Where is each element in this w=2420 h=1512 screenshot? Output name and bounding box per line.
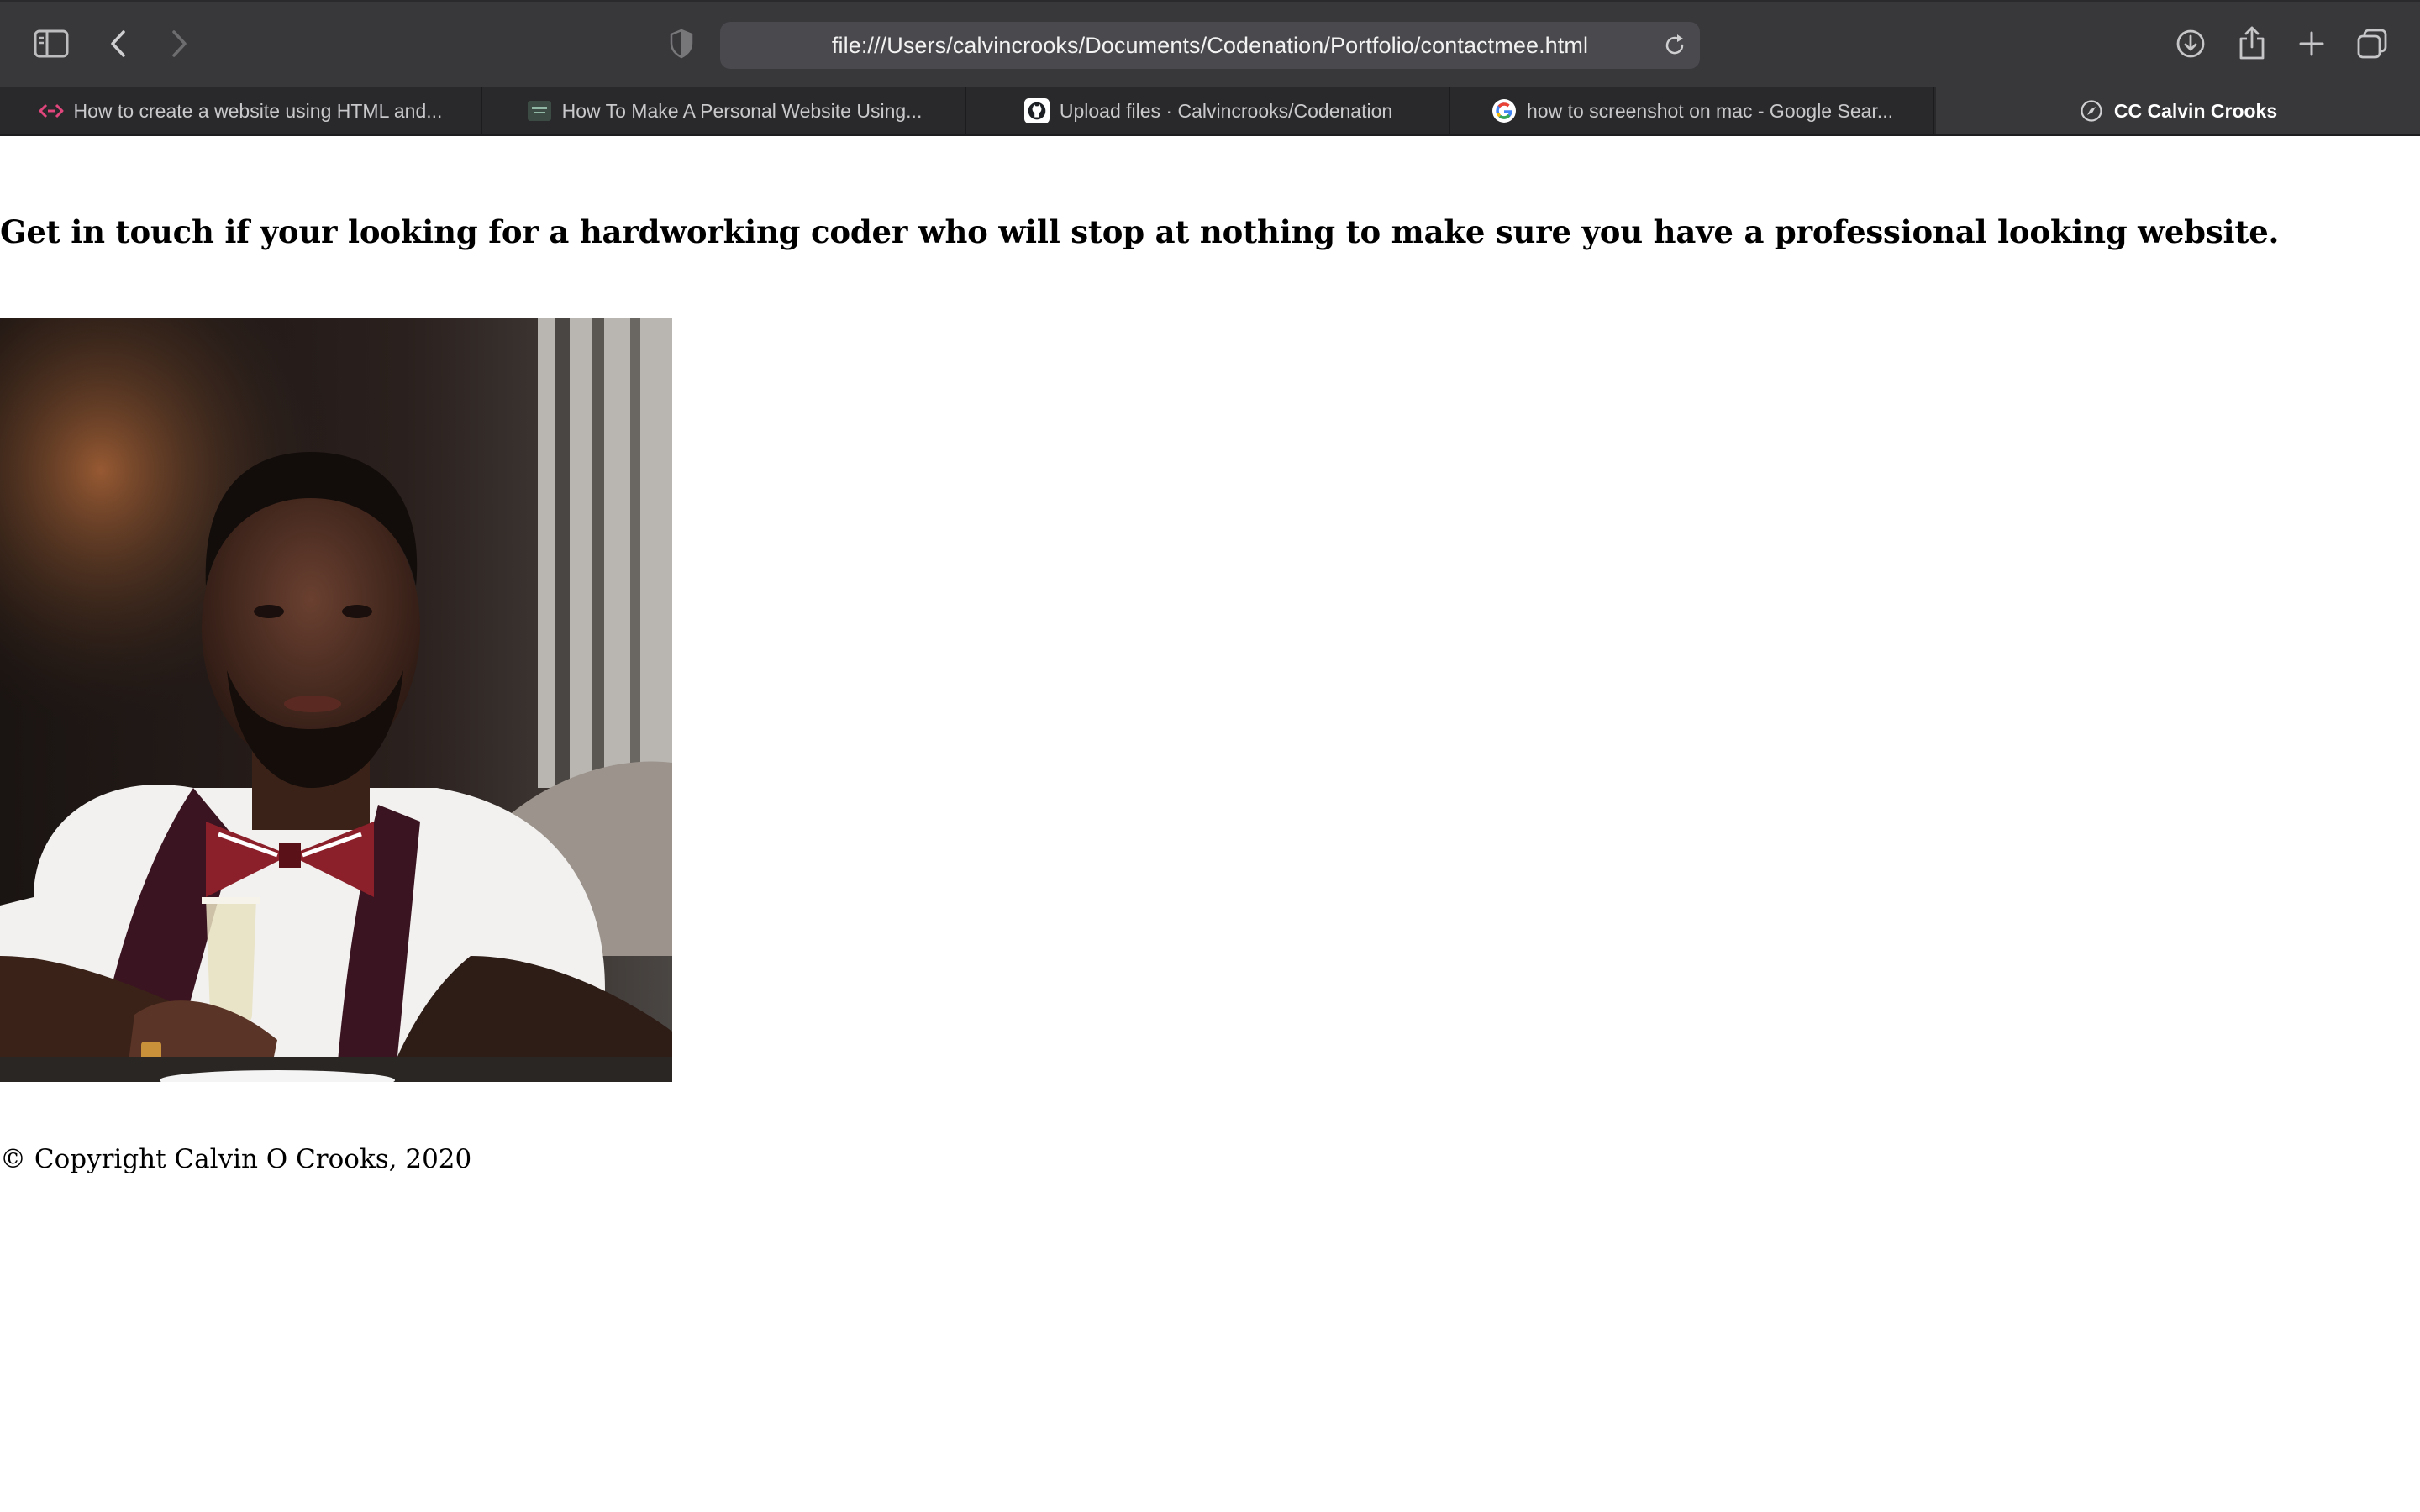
github-icon	[1023, 98, 1050, 123]
share-button[interactable]	[2235, 24, 2269, 62]
download-icon	[2176, 29, 2205, 58]
tab-label: CC Calvin Crooks	[2113, 99, 2278, 122]
tab-overview-button[interactable]	[2354, 25, 2390, 62]
reload-button[interactable]	[1661, 32, 1688, 59]
browser-toolbar: file:///Users/calvincrooks/Documents/Cod…	[0, 0, 2420, 87]
tabs-overview-icon	[2357, 29, 2387, 59]
address-bar-url: file:///Users/calvincrooks/Documents/Cod…	[831, 32, 1589, 58]
address-bar[interactable]: file:///Users/calvincrooks/Documents/Cod…	[720, 22, 1700, 69]
chevron-left-icon	[111, 30, 125, 57]
plus-icon	[2299, 31, 2324, 56]
compass-icon	[2079, 98, 2104, 123]
share-icon	[2239, 26, 2265, 60]
code-brackets-icon	[39, 98, 64, 123]
google-icon	[1491, 98, 1517, 123]
tab-label: how to screenshot on mac - Google Sear..…	[1527, 99, 1893, 122]
web-page: Get in touch if your looking for a hardw…	[0, 136, 2420, 1512]
tab-google-search[interactable]: how to screenshot on mac - Google Sear..…	[1452, 87, 1934, 134]
site-thumbnail-icon	[527, 98, 552, 123]
sidebar-icon	[34, 29, 69, 58]
tab-label: How To Make A Personal Website Using...	[561, 99, 923, 122]
sidebar-toggle-button[interactable]	[32, 27, 71, 60]
tab-how-to-create-website[interactable]: How to create a website using HTML and..…	[0, 87, 482, 134]
tab-label: How to create a website using HTML and..…	[73, 99, 443, 122]
reload-icon	[1665, 34, 1684, 55]
tab-label: Upload files · Calvincrooks/Codenation	[1059, 99, 1393, 122]
privacy-report-button[interactable]	[666, 27, 697, 60]
tab-calvin-crooks[interactable]: CC Calvin Crooks	[1936, 87, 2420, 134]
portrait-photo	[0, 318, 672, 1082]
forward-button[interactable]	[165, 27, 193, 60]
shield-icon	[670, 29, 693, 59]
new-tab-button[interactable]	[2296, 27, 2328, 60]
tab-personal-website[interactable]: How To Make A Personal Website Using...	[484, 87, 966, 134]
tab-strip: How to create a website using HTML and..…	[0, 87, 2420, 136]
chevron-right-icon	[172, 30, 187, 57]
back-button[interactable]	[104, 27, 133, 60]
copyright-footer: © Copyright Calvin O Crooks, 2020	[0, 1144, 472, 1174]
downloads-button[interactable]	[2173, 25, 2208, 62]
page-headline: Get in touch if your looking for a hardw…	[0, 213, 2280, 250]
tab-upload-files-github[interactable]: Upload files · Calvincrooks/Codenation	[968, 87, 1450, 134]
